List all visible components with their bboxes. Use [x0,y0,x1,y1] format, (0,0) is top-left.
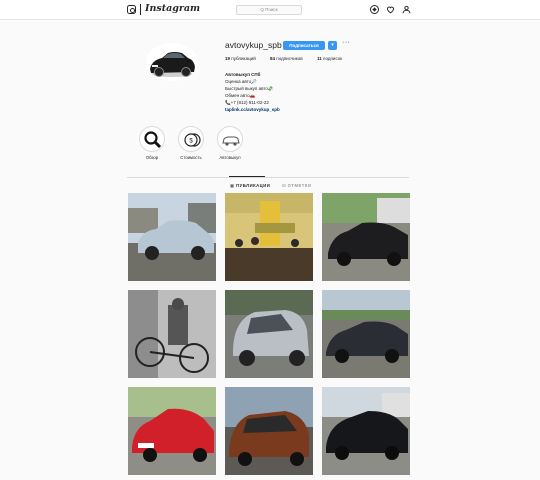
instagram-camera-icon[interactable] [127,5,136,14]
top-nav: Instagram Q Поиск [0,0,540,20]
suggestions-dropdown-button[interactable]: ▾ [328,41,337,50]
post-thumbnail[interactable] [322,193,410,281]
following-count: 11 [317,56,322,61]
following-stat[interactable]: 11 подписок [317,56,342,61]
post-thumbnail[interactable] [225,387,313,475]
post-thumbnail[interactable] [225,290,313,378]
post-thumbnail[interactable] [128,290,216,378]
bio-link[interactable]: taplink.cc/avtovykup_spb [225,106,280,113]
posts-count: 19 [225,56,231,61]
highlight-item[interactable]: Автовыкуп [215,126,245,160]
post-thumbnail[interactable] [128,193,216,281]
search-input[interactable]: Q Поиск [236,5,302,15]
bio-line: Обмен авто🚗 [225,93,256,98]
followers-label: подписчиков [276,56,303,61]
highlight-label: Автовыкуп [219,155,241,160]
highlight-label: Обзор [145,155,159,160]
bio-line: Оценка авто🔎 [225,79,257,84]
posts-label: публикаций [231,56,256,61]
profile-bio: Автовыкуп СПб Оценка авто🔎 Быстрый выкуп… [225,71,280,113]
active-tab-indicator [229,176,265,177]
bio-name: Автовыкуп СПб [225,72,261,77]
post-thumbnail[interactable] [322,290,410,378]
highlight-item[interactable]: Обзор [137,126,167,160]
tabs-divider [127,177,409,178]
tab-tagged[interactable]: ⊡ ОТМЕТКИ [282,183,311,188]
posts-stat: 19 публикаций [225,56,256,61]
bio-phone: 📞+7 (812) 911-02-22 [225,100,269,105]
coins-icon: $ [178,126,204,152]
bio-line: Быстрый выкуп авто💸 [225,86,274,91]
subscribe-button[interactable]: Подписаться [283,41,325,50]
post-thumbnail[interactable] [225,193,313,281]
heart-icon[interactable] [386,5,395,14]
profile-icon[interactable] [402,5,411,14]
highlight-label: Стоимость [180,155,202,160]
profile-avatar[interactable] [146,43,198,81]
compass-icon[interactable] [370,5,379,14]
followers-stat[interactable]: 84 подписчиков [270,56,303,61]
post-thumbnail[interactable] [322,387,410,475]
tab-posts[interactable]: ▦ ПУБЛИКАЦИИ [230,183,270,188]
profile-username: avtovykup_spb [225,40,282,50]
highlight-item[interactable]: $ Стоимость [176,126,206,160]
instagram-logo[interactable]: Instagram [145,3,200,14]
followers-count: 84 [270,56,276,61]
post-thumbnail[interactable] [128,387,216,475]
following-label: подписок [323,56,343,61]
car-icon [217,126,243,152]
magnifier-icon [139,126,165,152]
more-options-icon[interactable]: ··· [342,39,351,46]
logo-divider [140,4,141,15]
